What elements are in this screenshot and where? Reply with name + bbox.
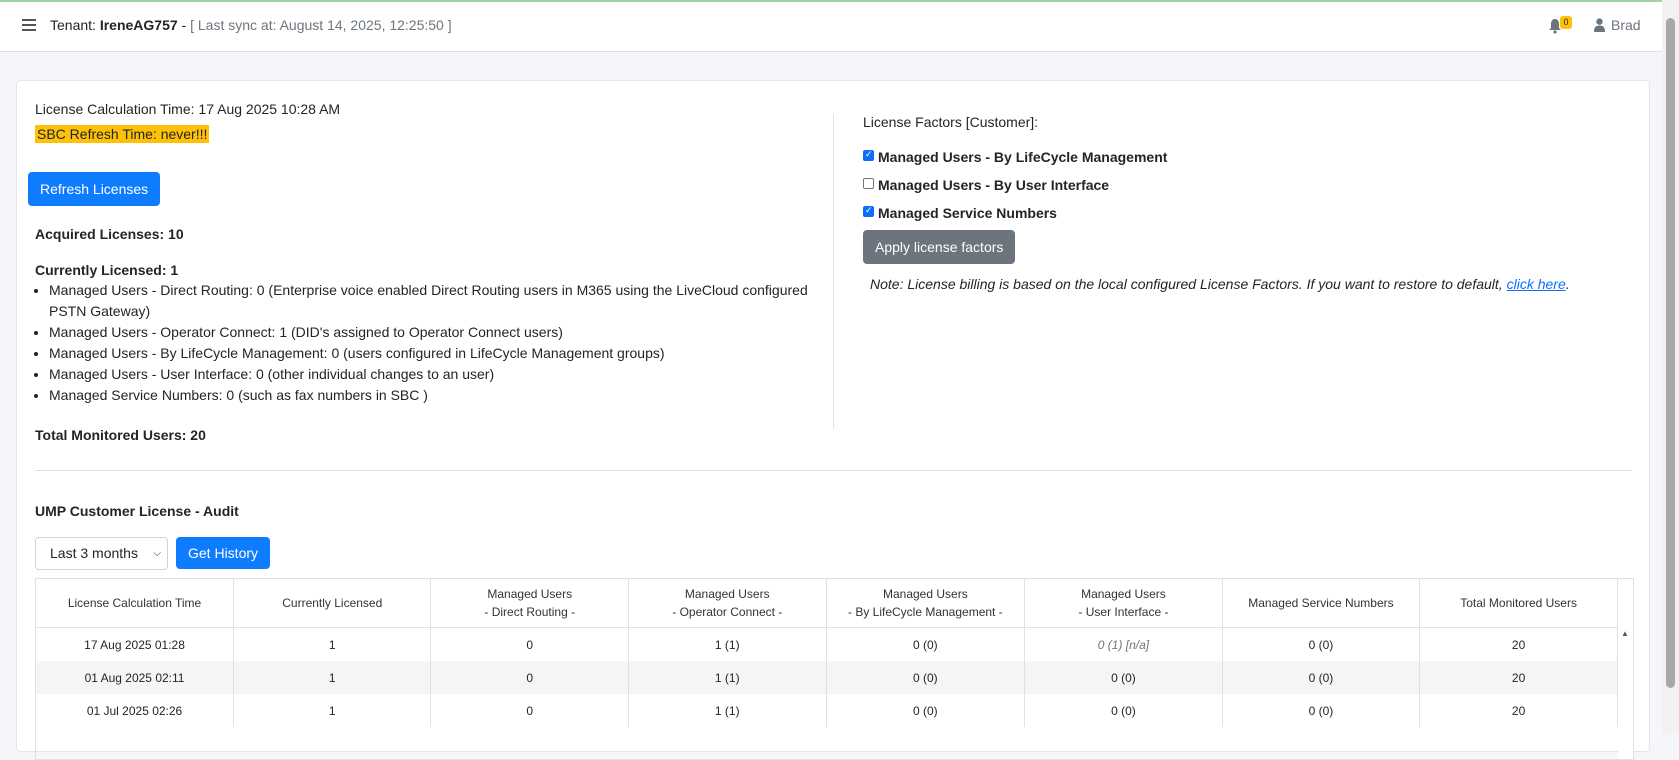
total-monitored-users: Total Monitored Users: 20 (35, 427, 206, 443)
column-header[interactable]: Managed Users - By LifeCycle Management - (826, 579, 1026, 628)
factor-lifecycle-checkbox[interactable] (863, 149, 874, 161)
column-header[interactable]: Managed Users - Direct Routing - (430, 579, 629, 628)
factor-service-numbers[interactable]: Managed Service Numbers (863, 205, 1643, 221)
chevron-down-icon: ⌵ (153, 548, 161, 559)
column-header[interactable]: Currently Licensed (233, 579, 432, 628)
column-divider (833, 114, 834, 429)
list-item: Managed Users - By LifeCycle Management:… (49, 343, 829, 364)
table-row[interactable]: 17 Aug 2025 01:28 1 0 1 (1) 0 (0) 0 (1) … (36, 627, 1618, 661)
page-scroll-thumb[interactable] (1666, 18, 1675, 688)
refresh-licenses-button[interactable]: Refresh Licenses (28, 172, 161, 206)
table-scrollbar[interactable]: ▲ (1618, 627, 1633, 759)
list-item: Managed Users - Direct Routing: 0 (Enter… (49, 280, 829, 322)
menu-toggle-icon[interactable] (22, 19, 36, 33)
license-breakdown-list: Managed Users - Direct Routing: 0 (Enter… (35, 280, 829, 406)
audit-title: UMP Customer License - Audit (35, 503, 239, 519)
user-icon (1594, 18, 1605, 32)
table-header-row: License Calculation Time Currently Licen… (36, 579, 1618, 628)
table-row[interactable]: 01 Jul 2025 02:26 1 0 1 (1) 0 (0) 0 (0) … (36, 694, 1618, 727)
last-sync-text: [ Last sync at: August 14, 2025, 12:25:5… (190, 17, 452, 33)
license-calculation-time: License Calculation Time: 17 Aug 2025 10… (35, 101, 341, 117)
license-summary: License Calculation Time: 17 Aug 2025 10… (28, 99, 835, 443)
acquired-licenses: Acquired Licenses: 10 (35, 226, 184, 242)
top-navbar: Tenant: IreneAG757 - [ Last sync at: Aug… (0, 0, 1662, 52)
restore-default-link[interactable]: click here (1507, 276, 1566, 292)
license-factors-panel: License Factors [Customer]: Managed User… (863, 114, 1643, 292)
column-header[interactable]: Managed Users - User Interface - (1024, 579, 1223, 628)
license-card: License Calculation Time: 17 Aug 2025 10… (16, 80, 1650, 760)
list-item: Managed Users - User Interface: 0 (other… (49, 364, 829, 385)
section-divider (35, 470, 1632, 471)
column-header[interactable]: License Calculation Time (36, 579, 235, 628)
column-header[interactable]: Managed Users - Operator Connect - (628, 579, 827, 628)
page-scrollbar[interactable] (1662, 0, 1679, 733)
list-item: Managed Service Numbers: 0 (such as fax … (49, 385, 829, 406)
apply-license-factors-button[interactable]: Apply license factors (863, 230, 1016, 264)
factor-service-numbers-checkbox[interactable] (863, 205, 874, 217)
column-header[interactable]: Total Monitored Users (1419, 579, 1618, 628)
tenant-label: Tenant: (50, 17, 96, 33)
factor-user-interface[interactable]: Managed Users - By User Interface (863, 177, 1643, 193)
scroll-up-icon[interactable]: ▲ (1621, 629, 1629, 638)
tenant-info: Tenant: IreneAG757 - [ Last sync at: Aug… (50, 17, 452, 33)
factor-user-interface-checkbox[interactable] (863, 177, 874, 189)
get-history-button[interactable]: Get History (176, 537, 271, 569)
table-row[interactable]: 01 Aug 2025 02:11 1 0 1 (1) 0 (0) 0 (0) … (36, 661, 1618, 694)
user-name: Brad (1611, 17, 1641, 33)
license-factors-title: License Factors [Customer]: (863, 114, 1039, 130)
notification-badge: 0 (1560, 16, 1572, 29)
factor-lifecycle[interactable]: Managed Users - By LifeCycle Management (863, 149, 1643, 165)
history-range-select[interactable]: Last 3 months ⌵ (35, 537, 168, 570)
sbc-refresh-time: SBC Refresh Time: never!!! (35, 125, 210, 143)
list-item: Managed Users - Operator Connect: 1 (DID… (49, 322, 829, 343)
currently-licensed: Currently Licensed: 1 (35, 262, 179, 278)
tenant-name: IreneAG757 (99, 17, 178, 33)
license-note: Note: License billing is based on the lo… (870, 276, 1570, 292)
user-menu[interactable]: Brad (1594, 17, 1641, 33)
column-header[interactable]: Managed Service Numbers (1222, 579, 1421, 628)
